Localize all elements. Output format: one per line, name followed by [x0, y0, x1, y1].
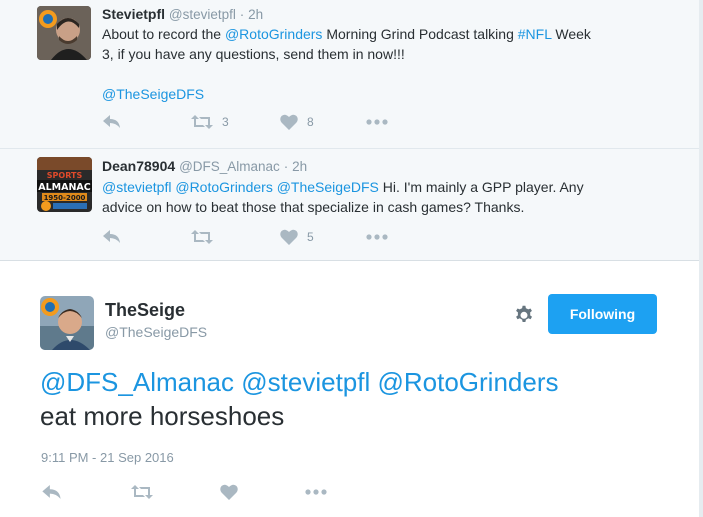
tweet-text: @stevietpfl @RotoGrinders @TheSeigeDFS H… [102, 177, 682, 217]
tweet-text: @DFS_Almanac @stevietpfl @RotoGrinders e… [40, 365, 559, 433]
avatar[interactable]: SPORTS ALMANAC 1950-2000 [37, 157, 92, 212]
text-segment: Morning Grind Podcast talking [322, 26, 518, 42]
avatar[interactable] [40, 296, 94, 350]
tweet-text: About to record the @RotoGrinders Mornin… [102, 24, 682, 104]
avatar[interactable] [37, 6, 91, 60]
mention-link[interactable]: @RotoGrinders [225, 26, 322, 42]
retweet-icon [191, 230, 213, 244]
following-button[interactable]: Following [548, 294, 657, 334]
reply-button[interactable] [42, 484, 62, 500]
heart-icon [280, 229, 298, 245]
avatar-text: ALMANAC [38, 182, 91, 193]
more-button[interactable] [366, 234, 388, 240]
text-segment: eat more horseshoes [40, 401, 285, 431]
text-segment: advice on how to beat those that special… [102, 199, 525, 215]
tweet-timestamp[interactable]: 9:11 PM - 21 Sep 2016 [41, 450, 174, 465]
heart-icon [220, 484, 238, 500]
author-handle[interactable]: @DFS_Almanac [179, 159, 280, 174]
retweet-count: 3 [222, 115, 229, 129]
retweet-button[interactable] [191, 230, 222, 244]
separator-dot: · [239, 7, 245, 22]
text-segment: Week [551, 26, 591, 42]
like-button[interactable]: 5 [280, 229, 314, 245]
like-count: 8 [307, 115, 314, 129]
retweet-icon [191, 115, 213, 129]
more-icon [305, 489, 327, 495]
tweet-header: Stevietpfl @stevietpfl · 2h [102, 6, 263, 22]
text-segment: Hi. I'm mainly a GPP player. Any [378, 179, 584, 195]
mention-link[interactable]: @TheSeigeDFS [277, 179, 379, 195]
avatar-text: SPORTS [47, 171, 83, 180]
more-icon [366, 119, 388, 125]
reply-tweet[interactable]: Stevietpfl @stevietpfl · 2h About to rec… [0, 0, 703, 149]
more-icon [366, 234, 388, 240]
mention-link[interactable]: @RotoGrinders [175, 179, 272, 195]
text-segment: About to record the [102, 26, 225, 42]
like-count: 5 [307, 230, 314, 244]
hashtag-link[interactable]: #NFL [518, 26, 552, 42]
avatar-text: 1950-2000 [44, 194, 86, 202]
author-name[interactable]: Dean78904 [102, 158, 175, 174]
text-segment: 3, if you have any questions, send them … [102, 46, 405, 62]
like-button[interactable]: 8 [280, 114, 314, 130]
retweet-button[interactable]: 3 [191, 115, 229, 129]
gear-icon [516, 305, 532, 322]
retweet-icon [131, 485, 153, 499]
retweet-button[interactable] [131, 485, 153, 499]
heart-icon [280, 114, 298, 130]
more-button[interactable] [366, 119, 388, 125]
reply-button[interactable] [103, 115, 121, 129]
like-button[interactable] [220, 484, 238, 500]
tweet-header: Dean78904 @DFS_Almanac · 2h [102, 158, 307, 174]
author-handle[interactable]: @TheSeigeDFS [105, 324, 207, 340]
scrollbar[interactable] [699, 0, 703, 517]
mention-link[interactable]: @RotoGrinders [377, 367, 558, 397]
separator-dot: · [283, 159, 289, 174]
more-button[interactable] [305, 489, 327, 495]
mention-link[interactable]: @TheSeigeDFS [102, 86, 204, 102]
reply-icon [42, 484, 61, 499]
mention-link[interactable]: @stevietpfl [102, 179, 171, 195]
author-name[interactable]: Stevietpfl [102, 6, 165, 22]
tweet-time[interactable]: 2h [292, 159, 307, 174]
author-handle[interactable]: @stevietpfl [169, 7, 236, 22]
user-actions-button[interactable] [514, 304, 534, 324]
reply-icon [103, 115, 120, 128]
mention-link[interactable]: @DFS_Almanac [40, 367, 234, 397]
mention-link[interactable]: @stevietpfl [241, 367, 370, 397]
reply-icon [103, 230, 120, 243]
tweet-time[interactable]: 2h [248, 7, 263, 22]
reply-button[interactable] [103, 230, 121, 244]
author-name[interactable]: TheSeige [105, 300, 185, 321]
